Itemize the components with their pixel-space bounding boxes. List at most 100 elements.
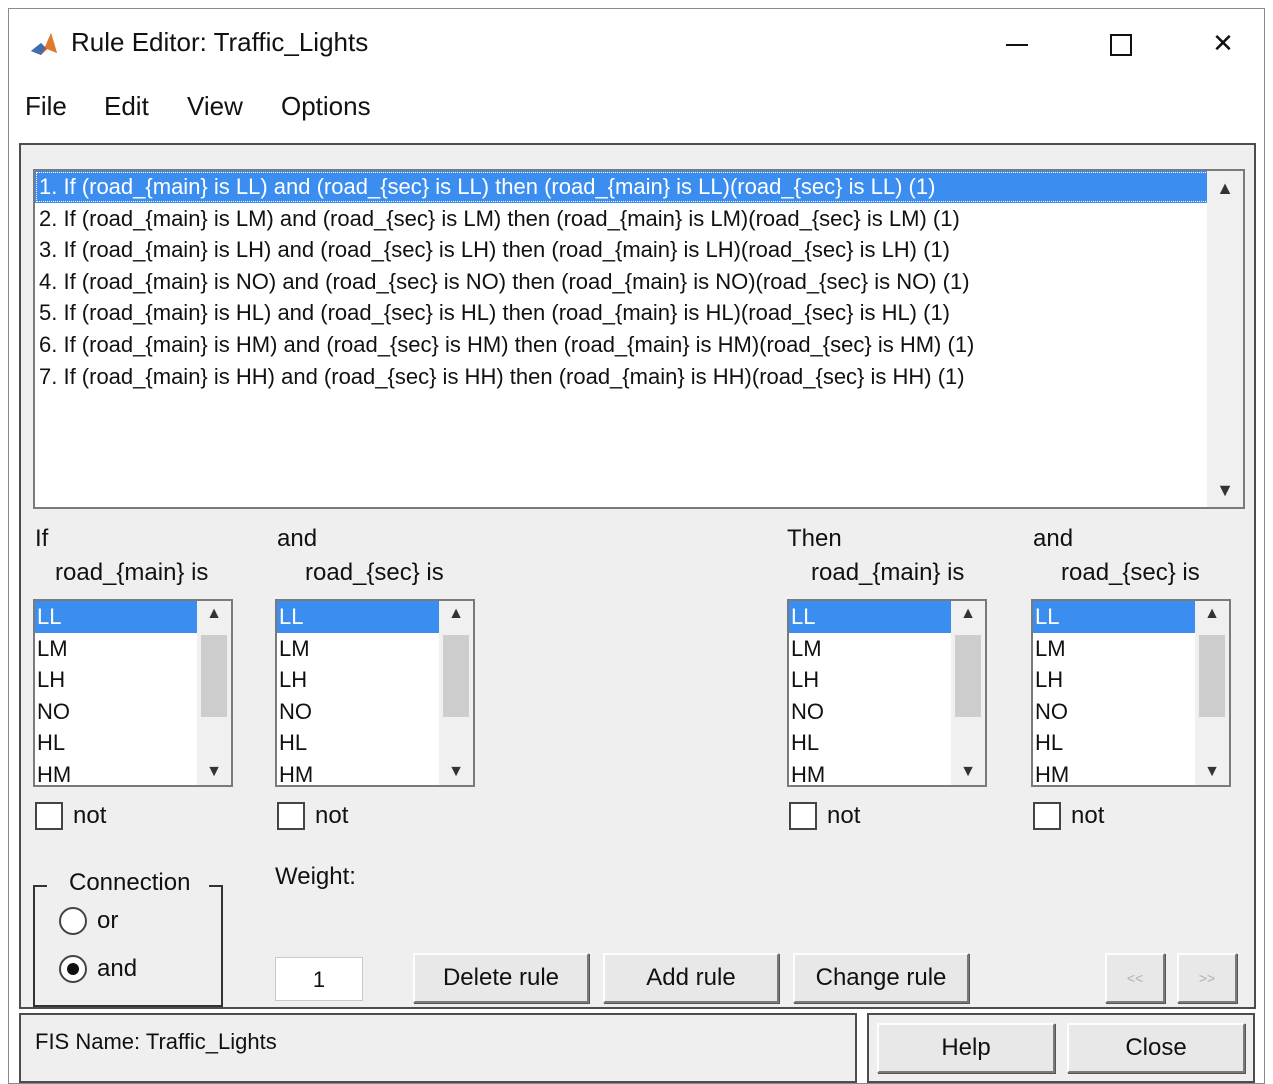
list-item[interactable]: HM [35,759,197,786]
rules-listbox[interactable]: 1. If (road_{main} is LL) and (road_{sec… [33,169,1245,509]
not-checkbox[interactable] [35,802,63,830]
scroll-thumb[interactable] [201,635,227,717]
list-item[interactable]: LL [789,601,951,633]
list-item[interactable]: HM [277,759,439,786]
if-variable-label: road_{main} is [55,559,209,586]
list-item[interactable]: HL [1033,727,1195,759]
rules-scrollbar[interactable]: ▲ ▼ [1207,171,1243,507]
prev-button[interactable]: << [1105,953,1165,1003]
scroll-down-icon[interactable]: ▼ [1195,763,1229,781]
scroll-up-icon[interactable]: ▲ [1207,173,1243,203]
next-button[interactable]: >> [1177,953,1237,1003]
bottom-button-panel: Help Close [867,1013,1255,1083]
list-item[interactable]: HM [789,759,951,786]
list-item[interactable]: NO [1033,696,1195,728]
list-item[interactable]: LL [35,601,197,633]
rule-row[interactable]: 7. If (road_{main} is HH) and (road_{sec… [35,361,1209,393]
not-checkbox[interactable] [1033,802,1061,830]
maximize-button[interactable] [1095,23,1147,63]
delete-rule-button[interactable]: Delete rule [413,953,589,1003]
and-sec-listbox[interactable]: LL LM LH NO HL HM ▲ ▼ [275,599,475,787]
scroll-down-icon[interactable]: ▼ [439,763,473,781]
list-item[interactable]: LM [789,633,951,665]
then-label: Then [787,525,842,552]
matlab-icon [31,33,57,55]
rule-row[interactable]: 6. If (road_{main} is HM) and (road_{sec… [35,329,1209,361]
rule-row[interactable]: 4. If (road_{main} is NO) and (road_{sec… [35,266,1209,298]
add-rule-button[interactable]: Add rule [603,953,779,1003]
then-and-variable-label: road_{sec} is [1061,559,1200,586]
scroll-up-icon[interactable]: ▲ [951,605,985,623]
rule-editor-window: Rule Editor: Traffic_Lights ✕ File Edit … [8,8,1265,1084]
then-sec-not-checkbox-row[interactable]: not [1033,801,1104,831]
minimize-button[interactable] [991,23,1043,63]
if-main-not-checkbox-row[interactable]: not [35,801,106,831]
then-sec-listbox[interactable]: LL LM LH NO HL HM ▲ ▼ [1031,599,1231,787]
close-icon: ✕ [1212,28,1234,58]
menu-file[interactable]: File [25,91,67,122]
scroll-down-icon[interactable]: ▼ [197,763,231,781]
menu-options[interactable]: Options [281,91,371,122]
rule-row[interactable]: 5. If (road_{main} is HL) and (road_{sec… [35,297,1209,329]
title-bar[interactable]: Rule Editor: Traffic_Lights ✕ [9,9,1264,77]
rules-list: 1. If (road_{main} is LL) and (road_{sec… [35,171,1209,507]
rule-row[interactable]: 2. If (road_{main} is LM) and (road_{sec… [35,203,1209,235]
connection-group: Connection or and [33,869,223,1007]
list-item[interactable]: LH [789,664,951,696]
list-item[interactable]: LM [35,633,197,665]
and-variable-label: road_{sec} is [305,559,444,586]
scroll-up-icon[interactable]: ▲ [439,605,473,623]
scroll-up-icon[interactable]: ▲ [197,605,231,623]
list-item[interactable]: LH [35,664,197,696]
connection-title: Connection [65,869,195,897]
not-label: not [827,802,861,829]
and-label: and [277,525,318,552]
list-item[interactable]: LL [1033,601,1195,633]
not-checkbox[interactable] [277,802,305,830]
list-item[interactable]: NO [35,696,197,728]
rule-row[interactable]: 1. If (road_{main} is LL) and (road_{sec… [35,171,1209,203]
scroll-thumb[interactable] [955,635,981,717]
list-scrollbar[interactable]: ▲ ▼ [439,601,473,785]
list-item[interactable]: HM [1033,759,1195,786]
or-radio[interactable] [59,907,87,935]
not-label: not [1071,802,1105,829]
list-item[interactable]: NO [277,696,439,728]
connection-and-option[interactable]: and [59,955,137,983]
list-scrollbar[interactable]: ▲ ▼ [197,601,231,785]
connection-or-option[interactable]: or [59,907,118,935]
list-scrollbar[interactable]: ▲ ▼ [951,601,985,785]
list-item[interactable]: HL [277,727,439,759]
list-item[interactable]: HL [789,727,951,759]
menu-view[interactable]: View [187,91,243,122]
list-scrollbar[interactable]: ▲ ▼ [1195,601,1229,785]
list-item[interactable]: HL [35,727,197,759]
and-sec-not-checkbox-row[interactable]: not [277,801,348,831]
list-item[interactable]: LL [277,601,439,633]
then-main-not-checkbox-row[interactable]: not [789,801,860,831]
list-item[interactable]: LH [277,664,439,696]
close-window-button[interactable]: ✕ [1197,23,1249,63]
scroll-thumb[interactable] [443,635,469,717]
close-button[interactable]: Close [1067,1023,1245,1073]
list-item[interactable]: LM [277,633,439,665]
and-radio[interactable] [59,955,87,983]
minimize-icon [1006,44,1028,47]
list-item[interactable]: NO [789,696,951,728]
scroll-thumb[interactable] [1199,635,1225,717]
not-checkbox[interactable] [789,802,817,830]
then-main-listbox[interactable]: LL LM LH NO HL HM ▲ ▼ [787,599,987,787]
help-button[interactable]: Help [877,1023,1055,1073]
scroll-down-icon[interactable]: ▼ [951,763,985,781]
window-title: Rule Editor: Traffic_Lights [71,27,369,57]
list-item[interactable]: LH [1033,664,1195,696]
list-item[interactable]: LM [1033,633,1195,665]
if-main-listbox[interactable]: LL LM LH NO HL HM ▲ ▼ [33,599,233,787]
weight-input[interactable]: 1 [275,957,363,1001]
scroll-down-icon[interactable]: ▼ [1207,475,1243,505]
scroll-up-icon[interactable]: ▲ [1195,605,1229,623]
change-rule-button[interactable]: Change rule [793,953,969,1003]
weight-label: Weight: [275,863,356,890]
menu-edit[interactable]: Edit [104,91,149,122]
rule-row[interactable]: 3. If (road_{main} is LH) and (road_{sec… [35,234,1209,266]
